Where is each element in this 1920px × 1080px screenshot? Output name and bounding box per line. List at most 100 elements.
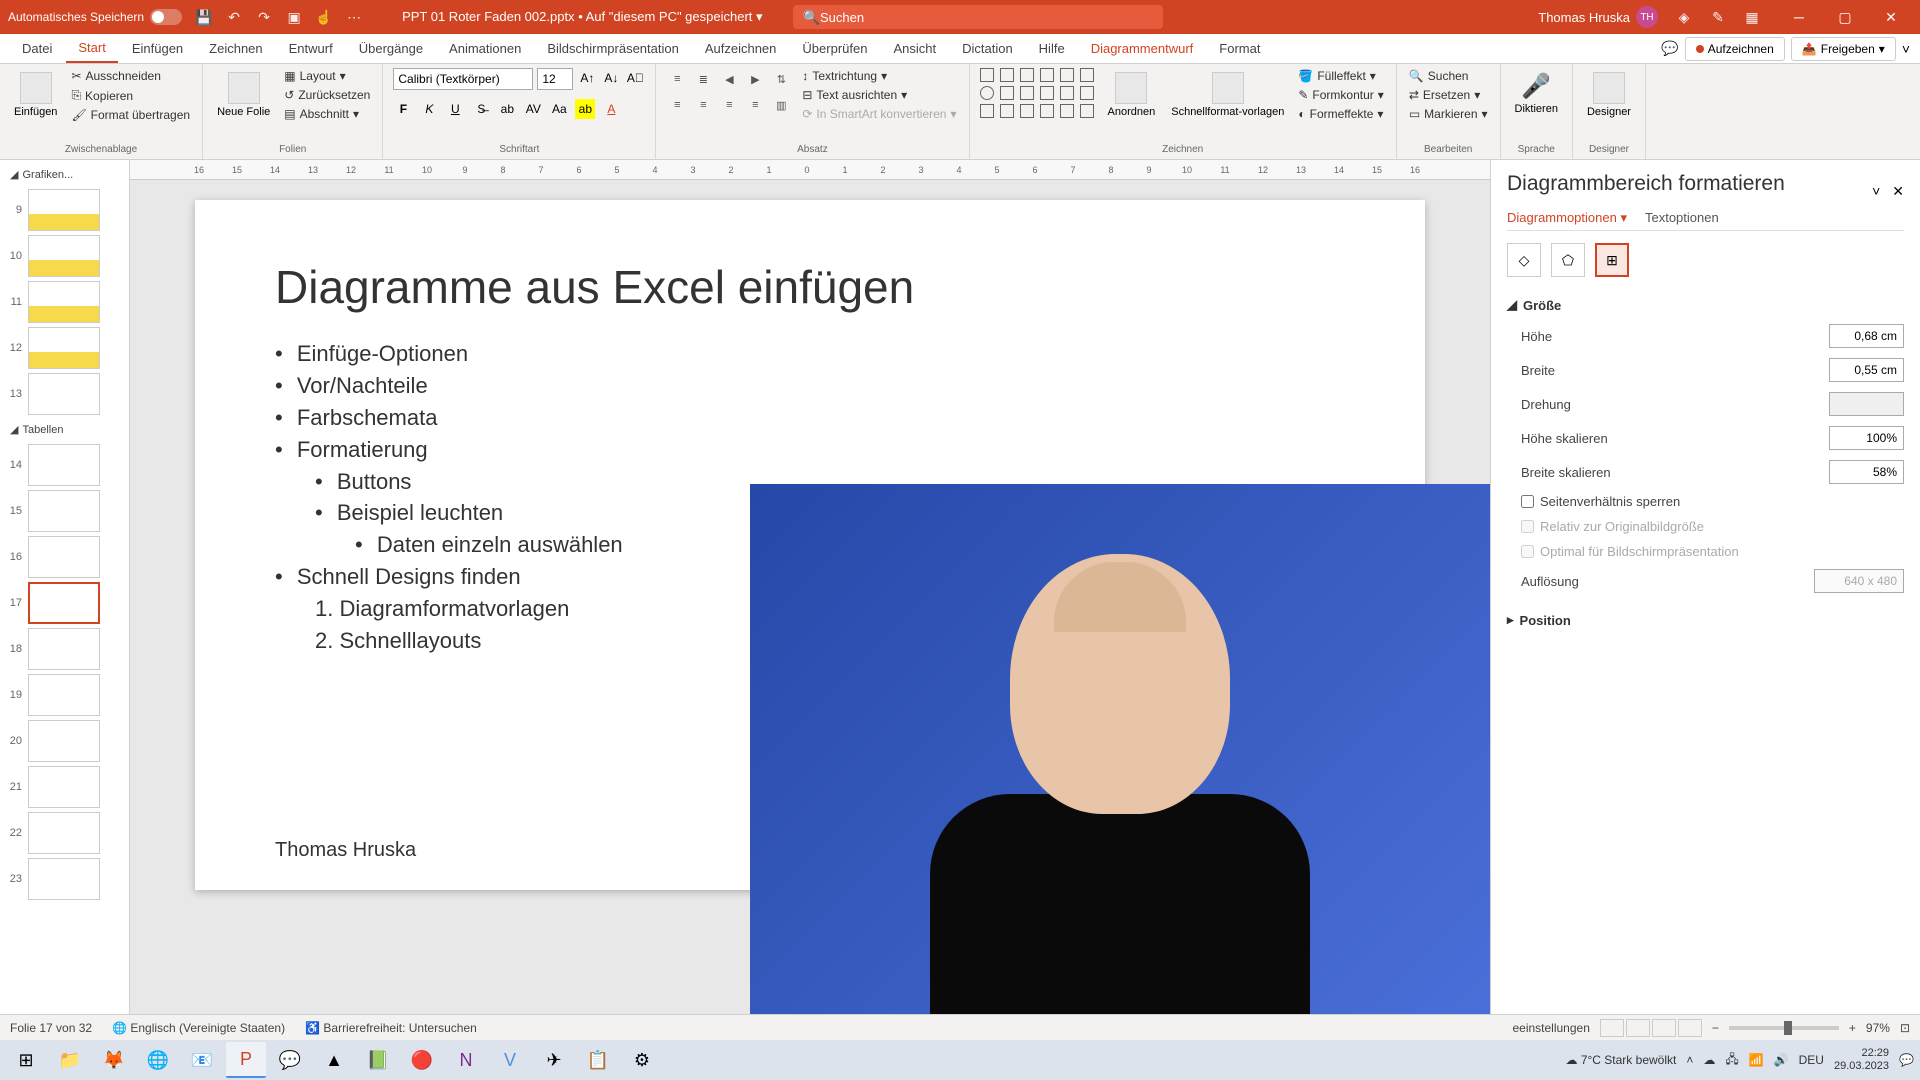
spacing-button[interactable]: AV [523,99,543,119]
shape-effects-button[interactable]: ◐ Formeffekte ▾ [1296,106,1385,122]
replace-button[interactable]: ⇄ Ersetzen ▾ [1407,87,1490,103]
find-button[interactable]: 🔍 Suchen [1407,68,1490,84]
reading-view-button[interactable] [1652,1019,1676,1037]
quick-styles-button[interactable]: Schnellformat-vorlagen [1167,68,1288,122]
skype-icon[interactable]: 💬 [270,1042,310,1078]
format-painter-button[interactable]: 🖌 Format übertragen [69,107,192,123]
record-button[interactable]: Aufzeichnen [1685,37,1785,61]
cut-button[interactable]: ✂ Ausschneiden [69,68,192,84]
select-button[interactable]: ▭ Markieren ▾ [1407,106,1490,122]
tab-start[interactable]: Start [66,34,117,63]
thumb-18[interactable] [28,628,100,670]
tab-dictation[interactable]: Dictation [950,35,1025,62]
slide-title[interactable]: Diagramme aus Excel einfügen [275,260,1345,314]
thumb-17[interactable] [28,582,100,624]
thumb-12[interactable] [28,327,100,369]
accessibility-check[interactable]: ♿ Barrierefreiheit: Untersuchen [305,1021,477,1035]
clear-format-icon[interactable]: A⃠ [625,68,645,88]
wifi-icon[interactable]: 📶 [1749,1053,1764,1067]
scale-height-input[interactable] [1829,426,1904,450]
fit-window-button[interactable]: ⊡ [1900,1021,1910,1035]
shape-fill-button[interactable]: 🪣 Fülleffekt ▾ [1296,68,1385,84]
tab-uebergaenge[interactable]: Übergänge [347,35,435,62]
language-indicator-taskbar[interactable]: DEU [1799,1053,1824,1067]
line-spacing-button[interactable]: ⇅ [770,68,792,90]
autosave-toggle[interactable]: Automatisches Speichern [8,9,182,25]
numbering-button[interactable]: ≣ [692,68,714,90]
position-section-header[interactable]: ▸ Position [1507,606,1904,634]
document-title[interactable]: PPT 01 Roter Faden 002.pptx • Auf "diese… [402,9,762,25]
decrease-indent-button[interactable]: ◀ [718,68,740,90]
strikethrough-button[interactable]: S̶ [471,99,491,119]
new-slide-button[interactable]: Neue Folie [213,68,274,122]
normal-view-button[interactable] [1600,1019,1624,1037]
sorter-view-button[interactable] [1626,1019,1650,1037]
outlook-icon[interactable]: 📧 [182,1042,222,1078]
tab-zeichnen[interactable]: Zeichnen [197,35,274,62]
section-button[interactable]: ▤ Abschnitt ▾ [282,106,372,122]
network-icon[interactable]: 🖧 [1725,1050,1738,1071]
thumb-13[interactable] [28,373,100,415]
pane-dropdown-icon[interactable]: ˅ [1872,183,1880,200]
tab-animationen[interactable]: Animationen [437,35,533,62]
rotation-input[interactable] [1829,392,1904,416]
copy-button[interactable]: ⎘ Kopieren [69,87,192,104]
columns-button[interactable]: ▥ [770,94,792,116]
notifications-icon[interactable]: 💬 [1899,1053,1914,1067]
display-settings[interactable]: eeinstellungen [1512,1021,1589,1035]
justify-button[interactable]: ≡ [744,94,766,116]
app-icon[interactable]: 🔴 [402,1042,442,1078]
zoom-level[interactable]: 97% [1866,1021,1890,1035]
comments-icon[interactable]: 💬 [1661,40,1678,57]
bold-button[interactable]: F [393,99,413,119]
effects-tab-icon[interactable]: ⬠ [1551,243,1585,277]
bullets-button[interactable]: ≡ [666,68,688,90]
tab-entwurf[interactable]: Entwurf [277,35,345,62]
align-center-button[interactable]: ≡ [692,94,714,116]
thumb-15[interactable] [28,490,100,532]
tab-einfuegen[interactable]: Einfügen [120,35,195,62]
minimize-button[interactable]: ─ [1778,8,1820,26]
designer-button[interactable]: Designer [1583,68,1635,122]
share-button[interactable]: 📤 Freigeben ▾ [1791,37,1896,61]
align-text-button[interactable]: ⊟ Text ausrichten ▾ [800,87,958,103]
app3-icon[interactable]: ⚙ [622,1042,662,1078]
excel-icon[interactable]: 📗 [358,1042,398,1078]
shape-outline-button[interactable]: ✎ Formkontur ▾ [1296,87,1385,103]
width-input[interactable] [1829,358,1904,382]
tray-chevron-icon[interactable]: ˄ [1686,1053,1693,1067]
case-button[interactable]: Aa [549,99,569,119]
tab-ueberpruefen[interactable]: Überprüfen [790,35,879,62]
thumb-19[interactable] [28,674,100,716]
thumb-14[interactable] [28,444,100,486]
size-tab-icon[interactable]: ⊞ [1595,243,1629,277]
coming-soon-icon[interactable]: ✎ [1710,9,1726,25]
lock-aspect-checkbox[interactable]: Seitenverhältnis sperren [1507,489,1904,514]
maximize-button[interactable]: ▢ [1824,8,1866,26]
vlc-icon[interactable]: ▲ [314,1042,354,1078]
scale-width-input[interactable] [1829,460,1904,484]
increase-font-icon[interactable]: A↑ [577,68,597,88]
weather-widget[interactable]: ☁ 7°C Stark bewölkt [1565,1053,1676,1067]
firefox-icon[interactable]: 🦊 [94,1042,134,1078]
privacy-icon[interactable]: ◈ [1676,9,1692,25]
slideshow-view-button[interactable] [1678,1019,1702,1037]
zoom-slider[interactable] [1729,1026,1839,1030]
start-button[interactable]: ⊞ [6,1042,46,1078]
tab-ansicht[interactable]: Ansicht [881,35,948,62]
tab-bildschirmpraesentation[interactable]: Bildschirmpräsentation [535,35,691,62]
align-right-button[interactable]: ≡ [718,94,740,116]
thumb-9[interactable] [28,189,100,231]
search-input[interactable] [820,10,1153,25]
highlight-button[interactable]: ab [575,99,595,119]
zoom-in-button[interactable]: + [1849,1021,1856,1035]
decrease-font-icon[interactable]: A↓ [601,68,621,88]
tab-text-options[interactable]: Textoptionen [1645,210,1719,226]
align-left-button[interactable]: ≡ [666,94,688,116]
tab-chart-options[interactable]: Diagrammoptionen ▾ [1507,210,1627,226]
section-tabellen[interactable]: ◢ Tabellen [4,419,125,440]
powerpoint-icon[interactable]: P [226,1042,266,1078]
app2-icon[interactable]: 📋 [578,1042,618,1078]
tab-format[interactable]: Format [1207,35,1272,62]
thumb-11[interactable] [28,281,100,323]
